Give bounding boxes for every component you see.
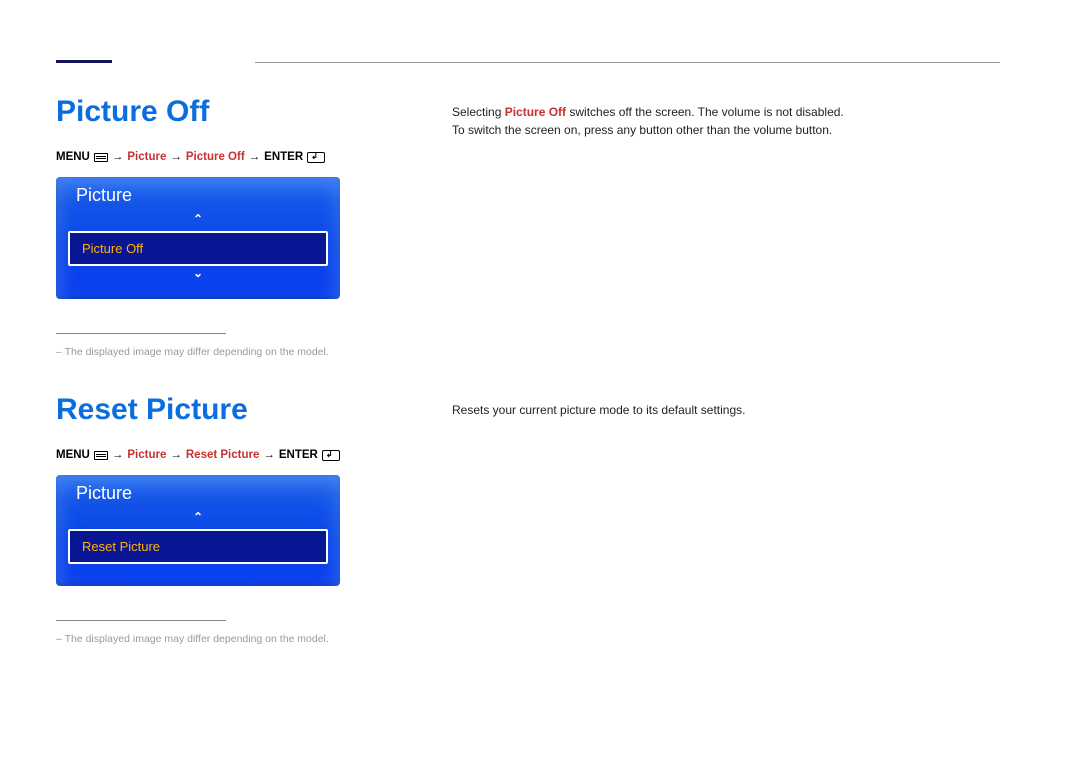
osd-menu-item-selected: Picture Off xyxy=(68,231,328,266)
scroll-up-icon xyxy=(56,212,340,231)
section-picture-off-desc: Selecting Picture Off switches off the s… xyxy=(452,103,1000,139)
desc-line: To switch the screen on, press any butto… xyxy=(452,121,1000,139)
arrow-text: → xyxy=(170,449,182,461)
breadcrumb-menu: MENU xyxy=(56,449,90,461)
scroll-up-icon xyxy=(56,510,340,529)
arrow-text: → xyxy=(112,449,124,461)
breadcrumb-menu: MENU xyxy=(56,151,90,163)
breadcrumb: MENU → Picture → Reset Picture → ENTER xyxy=(56,449,396,461)
inline-highlight: Picture Off xyxy=(505,105,566,119)
breadcrumb: MENU → Picture → Picture Off → ENTER xyxy=(56,151,396,163)
enter-icon xyxy=(322,450,340,461)
footnote-text: – The displayed image may differ dependi… xyxy=(56,346,396,358)
section-reset-picture: Reset Picture MENU → Picture → Reset Pic… xyxy=(56,393,396,645)
osd-menu-header: Picture xyxy=(56,185,340,212)
osd-menu-item-selected: Reset Picture xyxy=(68,529,328,564)
header-divider xyxy=(255,62,1000,63)
osd-menu-box: Picture Picture Off xyxy=(56,177,340,299)
breadcrumb-l2: Reset Picture xyxy=(186,449,260,461)
osd-menu-box: Picture Reset Picture xyxy=(56,475,340,586)
enter-icon xyxy=(307,152,325,163)
breadcrumb-enter: ENTER xyxy=(264,151,303,163)
desc-line: Resets your current picture mode to its … xyxy=(452,401,1000,419)
footnote-divider xyxy=(56,333,226,334)
footnote-text: – The displayed image may differ dependi… xyxy=(56,633,396,645)
scroll-down-icon xyxy=(56,266,340,285)
desc-line: Selecting Picture Off switches off the s… xyxy=(452,103,1000,121)
arrow-text: → xyxy=(263,449,275,461)
breadcrumb-l2: Picture Off xyxy=(186,151,245,163)
section-title: Picture Off xyxy=(56,95,396,129)
section-title: Reset Picture xyxy=(56,393,396,427)
menu-icon xyxy=(94,153,108,162)
osd-menu-header: Picture xyxy=(56,483,340,510)
arrow-text: → xyxy=(249,151,261,163)
arrow-text: → xyxy=(112,151,124,163)
section-picture-off: Picture Off MENU → Picture → Picture Off… xyxy=(56,95,396,358)
breadcrumb-enter: ENTER xyxy=(279,449,318,461)
arrow-text: → xyxy=(170,151,182,163)
breadcrumb-l1: Picture xyxy=(127,151,166,163)
section-reset-picture-desc: Resets your current picture mode to its … xyxy=(452,401,1000,419)
footnote-divider xyxy=(56,620,226,621)
breadcrumb-l1: Picture xyxy=(127,449,166,461)
menu-icon xyxy=(94,451,108,460)
header-accent-bar xyxy=(56,60,112,63)
